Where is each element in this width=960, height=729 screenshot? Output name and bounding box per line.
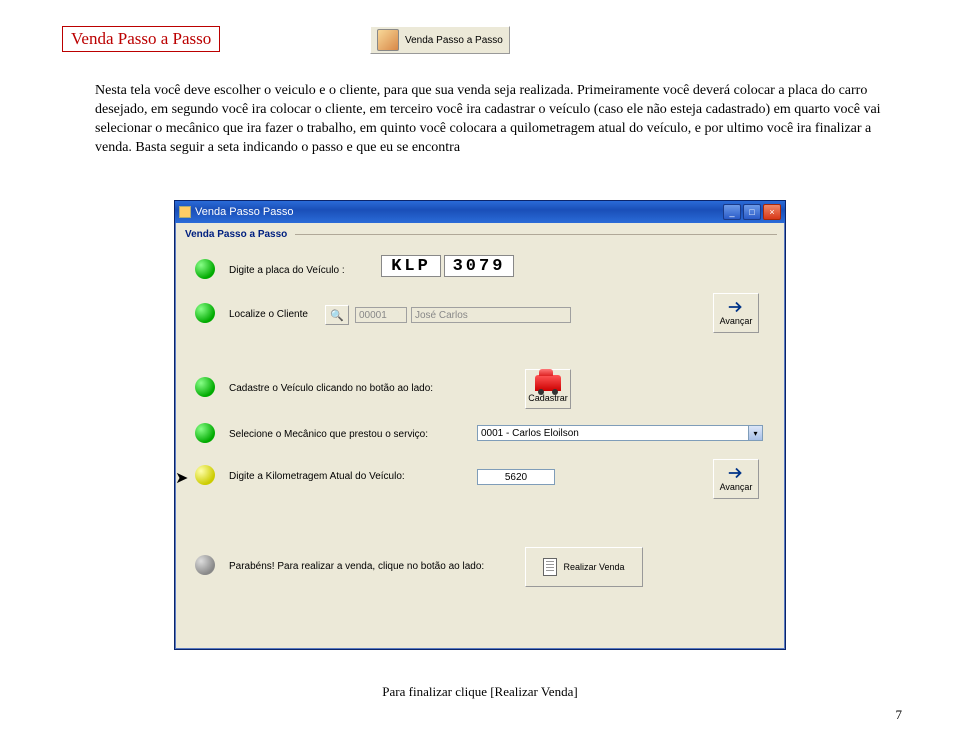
window-title: Venda Passo Passo [195,206,293,218]
inline-button-label: Venda Passo a Passo [405,35,503,46]
km-input[interactable] [477,469,555,485]
page-title: Venda Passo a Passo [62,26,220,52]
group-title: Venda Passo a Passo [185,229,287,240]
titlebar: Venda Passo Passo _ □ × [175,201,785,223]
step6-label: Parabéns! Para realizar a venda, clique … [229,561,484,572]
magnify-icon: 🔍 [330,309,344,322]
register-label: Cadastrar [528,393,568,403]
current-step-indicator: ➤ [175,468,188,488]
step3-label: Cadastre o Veículo clicando no botão ao … [229,383,433,394]
intro-text: Nesta tela você deve escolher o veiculo … [95,82,900,158]
advance-button-2[interactable]: Avançar [713,459,759,499]
advance-label-2: Avançar [720,482,753,492]
arrow-right-icon [727,300,745,314]
app-window: Venda Passo Passo _ □ × Venda Passo a Pa… [174,200,786,650]
step5-light [195,465,215,485]
footer-text: Para finalizar clique [Realizar Venda] [0,684,960,700]
finalize-label: Realizar Venda [563,562,624,572]
window-icon [179,206,191,218]
chevron-down-icon: ▾ [748,426,762,440]
maximize-button[interactable]: □ [743,204,761,220]
client-name-input [411,307,571,323]
plate-numbers-input[interactable] [444,255,514,277]
arrow-right-icon [727,466,745,480]
page-number: 7 [896,707,903,723]
finalize-sale-button[interactable]: Realizar Venda [525,547,643,587]
register-button[interactable]: Cadastrar [525,369,571,409]
step4-label: Selecione o Mecânico que prestou o servi… [229,429,428,440]
car-icon [535,375,561,391]
step1-light [195,259,215,279]
window-body: Venda Passo a Passo Digite a placa do Ve… [175,223,785,649]
step1-label: Digite a placa do Veículo : [229,265,345,276]
mechanic-select[interactable]: 0001 - Carlos Eloilson ▾ [477,425,763,441]
plate-letters-input[interactable] [381,255,441,277]
advance-button-1[interactable]: Avançar [713,293,759,333]
wizard-icon [377,29,399,51]
step2-label: Localize o Cliente [229,309,308,320]
group-line [295,234,777,235]
minimize-button[interactable]: _ [723,204,741,220]
step6-light [195,555,215,575]
step4-light [195,423,215,443]
client-code-input [355,307,407,323]
advance-label-1: Avançar [720,316,753,326]
step2-light [195,303,215,323]
receipt-icon [543,558,557,576]
search-client-button[interactable]: 🔍 [325,305,349,325]
inline-button-illustration: Venda Passo a Passo [370,26,510,54]
mechanic-selected-value: 0001 - Carlos Eloilson [481,428,579,439]
step3-light [195,377,215,397]
step5-label: Digite a Kilometragem Atual do Veículo: [229,471,405,482]
close-button[interactable]: × [763,204,781,220]
